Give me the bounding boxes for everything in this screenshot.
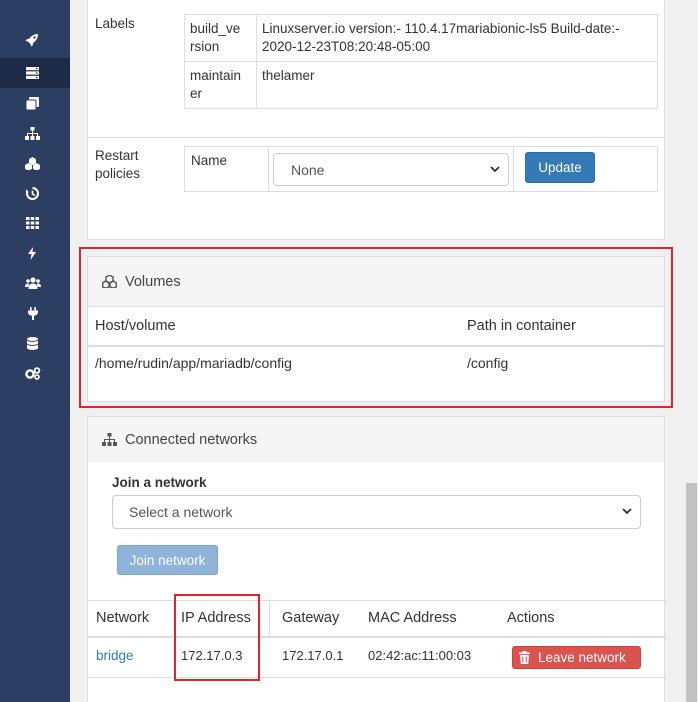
clone-icon <box>26 96 39 110</box>
column-header-host: Host/volume <box>95 318 176 334</box>
column-header-path: Path in container <box>467 318 576 334</box>
volume-path: /config <box>467 355 509 371</box>
label-value: thelamer <box>256 61 658 109</box>
column-header-actions: Actions <box>507 610 555 626</box>
chevron-down-icon <box>490 165 500 172</box>
bolt-icon <box>28 246 36 260</box>
cubes-icon <box>102 275 117 288</box>
join-network-button[interactable]: Join network <box>117 545 218 575</box>
trash-icon <box>519 651 530 664</box>
network-link-bridge[interactable]: bridge <box>96 648 134 663</box>
users-icon <box>25 277 41 289</box>
sidebar-item-events[interactable] <box>0 178 70 208</box>
leave-network-label: Leave network <box>538 650 626 665</box>
volumes-title: Volumes <box>125 273 181 290</box>
sidebar-item-networks[interactable] <box>0 118 70 148</box>
network-mac: 02:42:ac:11:00:03 <box>368 648 472 663</box>
volume-host: /home/rudin/app/mariadb/config <box>95 355 292 371</box>
column-header-ip: IP Address <box>181 610 251 626</box>
history-icon <box>26 186 39 200</box>
label-key: build_ve rsion <box>184 14 257 62</box>
update-button[interactable]: Update <box>525 152 595 183</box>
server-icon <box>26 67 39 79</box>
divider <box>513 147 514 191</box>
scrollbar-thumb[interactable] <box>686 483 697 702</box>
sidebar-item-containers[interactable] <box>0 58 70 88</box>
main-content: Labels build_ve rsion Linuxserver.io vers… <box>70 0 698 702</box>
cogs-icon <box>25 366 41 380</box>
divider <box>88 677 666 678</box>
sitemap-icon <box>25 126 40 140</box>
network-select-placeholder: Select a network <box>129 504 233 520</box>
network-select[interactable]: Select a network <box>112 495 641 529</box>
volumes-header: Volumes <box>88 257 664 307</box>
leave-network-button[interactable]: Leave network <box>512 646 641 669</box>
sitemap-icon <box>102 433 117 446</box>
table-row: build_ve rsion Linuxserver.io version:- 1… <box>184 14 658 62</box>
plug-icon <box>28 306 38 320</box>
chevron-down-icon <box>622 508 632 515</box>
divider <box>88 345 664 347</box>
restart-policy-select[interactable]: None <box>273 153 509 186</box>
sidebar-item-volumes[interactable] <box>0 148 70 178</box>
sidebar-item-settings[interactable] <box>0 358 70 388</box>
table-row: maintain er thelamer <box>184 61 658 109</box>
database-icon <box>27 336 38 350</box>
scrollbar[interactable] <box>685 0 698 702</box>
labels-heading: Labels <box>95 16 135 31</box>
restart-policy-selected: None <box>291 161 325 178</box>
join-network-label: Join a network <box>112 475 207 490</box>
sidebar-item-images[interactable] <box>0 88 70 118</box>
sidebar-item-endpoints[interactable] <box>0 238 70 268</box>
container-details-panel: Labels build_ve rsion Linuxserver.io vers… <box>87 0 665 240</box>
sidebar-item-extensions[interactable] <box>0 298 70 328</box>
column-header-network: Network <box>96 610 150 626</box>
networks-panel: Connected networks Join a network Select… <box>87 416 666 702</box>
label-value: Linuxserver.io version:- 110.4.17mariabi… <box>256 14 658 62</box>
column-header-mac: MAC Address <box>368 610 457 626</box>
volumes-panel: Volumes Host/volume Path in container /h… <box>87 256 665 402</box>
networks-header: Connected networks <box>88 417 664 462</box>
cubes-icon <box>25 156 40 170</box>
labels-table: build_ve rsion Linuxserver.io version:- 1… <box>184 14 658 109</box>
sidebar-item-engine[interactable] <box>0 208 70 238</box>
restart-policy-form: Name None Update <box>184 146 658 192</box>
label-key: maintain er <box>184 61 257 109</box>
sidebar-icons <box>0 0 70 702</box>
divider <box>88 636 666 638</box>
network-ip: 172.17.0.3 <box>181 648 243 663</box>
divider <box>88 137 664 138</box>
network-gateway: 172.17.0.1 <box>282 648 344 663</box>
divider <box>174 600 175 636</box>
grid-icon <box>26 217 39 229</box>
restart-policies-heading: Restart policies <box>95 148 141 181</box>
sidebar-item-users[interactable] <box>0 268 70 298</box>
sidebar-item-registries[interactable] <box>0 328 70 358</box>
networks-title: Connected networks <box>125 431 258 448</box>
column-header-gateway: Gateway <box>282 610 340 626</box>
restart-name-label: Name <box>185 147 269 191</box>
divider <box>269 600 270 636</box>
